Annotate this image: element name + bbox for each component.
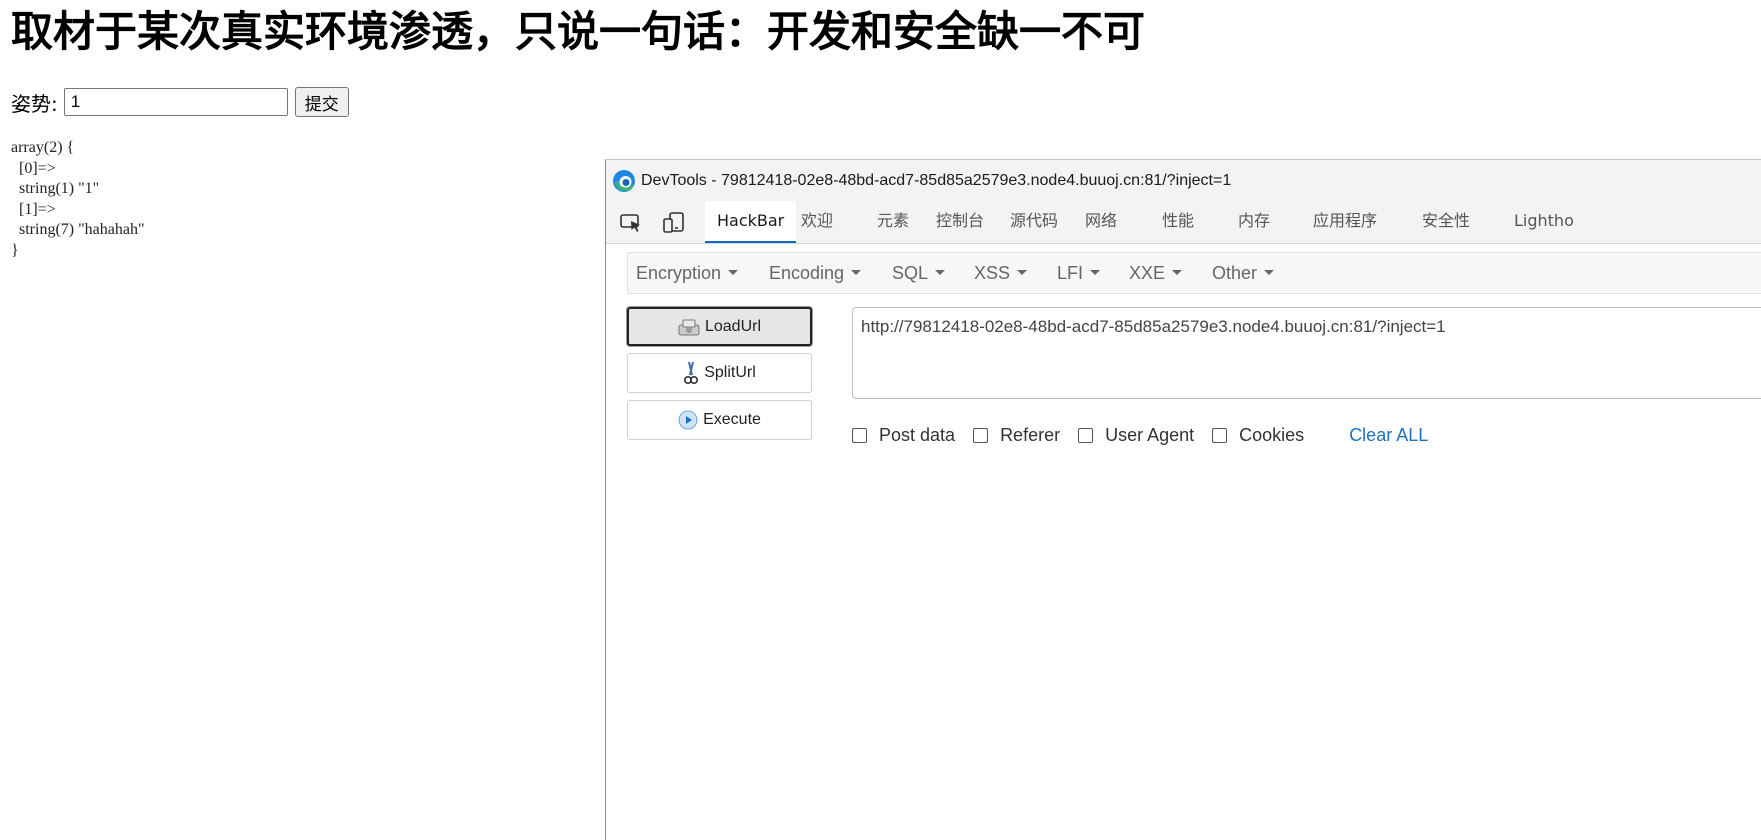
devtools-window-title: DevTools - 79812418-02e8-48bd-acd7-85d85…	[641, 172, 1232, 189]
scissors-icon	[684, 361, 699, 385]
dump-line: string(7) "hahahah"	[11, 221, 145, 238]
caret-down-icon	[851, 269, 862, 275]
dump-line: }	[11, 241, 19, 259]
referer-checkbox[interactable]	[973, 427, 989, 443]
submit-button[interactable]: 提交	[294, 87, 349, 117]
dump-line: array(2) {	[11, 139, 75, 156]
menu-xxe[interactable]: XXE	[1129, 253, 1183, 293]
split-url-button[interactable]: SplitUrl	[627, 353, 812, 393]
caret-down-icon	[1264, 269, 1275, 275]
execute-label: Execute	[703, 411, 761, 428]
menu-label: SQL	[892, 263, 929, 283]
caret-down-icon	[1172, 269, 1183, 275]
execute-button[interactable]: Execute	[627, 400, 812, 440]
tab-performance[interactable]: 性能	[1162, 201, 1194, 241]
user-agent-checkbox[interactable]	[1078, 427, 1094, 443]
caret-down-icon	[728, 269, 739, 275]
inject-form: 姿势: 提交	[11, 87, 349, 117]
option-post-data[interactable]: Post data	[852, 425, 955, 446]
devtools-window: DevTools - 79812418-02e8-48bd-acd7-85d85…	[605, 159, 1761, 840]
menu-label: LFI	[1057, 263, 1084, 283]
clear-all-link[interactable]: Clear ALL	[1349, 425, 1428, 446]
inspect-element-icon[interactable]	[618, 211, 644, 235]
edge-logo-icon	[613, 170, 635, 192]
option-referer[interactable]: Referer	[973, 425, 1060, 446]
menu-other[interactable]: Other	[1212, 253, 1275, 293]
menu-label: XSS	[974, 263, 1011, 283]
dump-line: [0]=>	[11, 159, 56, 177]
inject-input[interactable]	[63, 88, 288, 116]
devtools-titlebar[interactable]: DevTools - 79812418-02e8-48bd-acd7-85d85…	[606, 160, 1761, 201]
dump-line: [1]=>	[11, 200, 56, 218]
hackbar-menu: Encryption Encoding SQL XSS LFI XXE Othe…	[627, 252, 1761, 294]
caret-down-icon	[1090, 269, 1101, 275]
caret-down-icon	[1017, 269, 1028, 275]
device-emulation-icon[interactable]	[661, 211, 687, 235]
option-user-agent[interactable]: User Agent	[1078, 425, 1194, 446]
tab-lighthouse[interactable]: Lightho	[1514, 201, 1574, 241]
url-textarea[interactable]: http://79812418-02e8-48bd-acd7-85d85a257…	[852, 307, 1761, 399]
menu-sql[interactable]: SQL	[892, 253, 946, 293]
option-label: Post data	[879, 424, 956, 445]
play-icon	[678, 410, 698, 430]
caret-down-icon	[935, 269, 946, 275]
menu-label: Encoding	[769, 263, 845, 283]
menu-encoding[interactable]: Encoding	[769, 253, 862, 293]
option-cookies[interactable]: Cookies	[1212, 425, 1304, 446]
menu-label: Other	[1212, 263, 1258, 283]
tab-elements[interactable]: 元素	[877, 201, 909, 241]
option-label: Referer	[1000, 424, 1061, 445]
dump-line: string(1) "1"	[11, 180, 100, 197]
form-label: 姿势:	[11, 91, 58, 116]
request-options: Post data Referer User Agent Cookies Cle…	[852, 424, 1428, 446]
split-url-label: SplitUrl	[704, 364, 756, 381]
menu-xss[interactable]: XSS	[974, 253, 1028, 293]
tab-sources[interactable]: 源代码	[1010, 201, 1058, 241]
option-label: User Agent	[1105, 424, 1195, 445]
menu-label: Encryption	[636, 263, 722, 283]
page-title: 取材于某次真实环境渗透，只说一句话：开发和安全缺一不可	[11, 7, 1146, 56]
post-data-checkbox[interactable]	[852, 427, 867, 443]
tab-welcome[interactable]: 欢迎	[801, 201, 833, 241]
option-label: Cookies	[1239, 424, 1305, 445]
tab-application[interactable]: 应用程序	[1313, 201, 1377, 241]
tab-hackbar[interactable]: HackBar	[705, 201, 797, 243]
tab-console[interactable]: 控制台	[936, 201, 984, 241]
cookies-checkbox[interactable]	[1212, 427, 1228, 443]
tab-security[interactable]: 安全性	[1422, 201, 1470, 241]
menu-lfi[interactable]: LFI	[1057, 253, 1101, 293]
var-dump-output: array(2) { [0]=> string(1) "1" [1]=> str…	[11, 138, 144, 261]
menu-label: XXE	[1129, 263, 1166, 283]
devtools-tabbar: HackBar 欢迎 元素 控制台 源代码 网络 性能 内存 应用程序 安全性 …	[606, 201, 1761, 244]
load-url-label: LoadUrl	[704, 317, 762, 335]
tab-network[interactable]: 网络	[1085, 201, 1117, 241]
tab-memory[interactable]: 内存	[1238, 201, 1270, 241]
load-url-button[interactable]: LoadUrl	[627, 307, 812, 346]
menu-encryption[interactable]: Encryption	[636, 253, 739, 293]
load-url-icon	[678, 319, 700, 335]
